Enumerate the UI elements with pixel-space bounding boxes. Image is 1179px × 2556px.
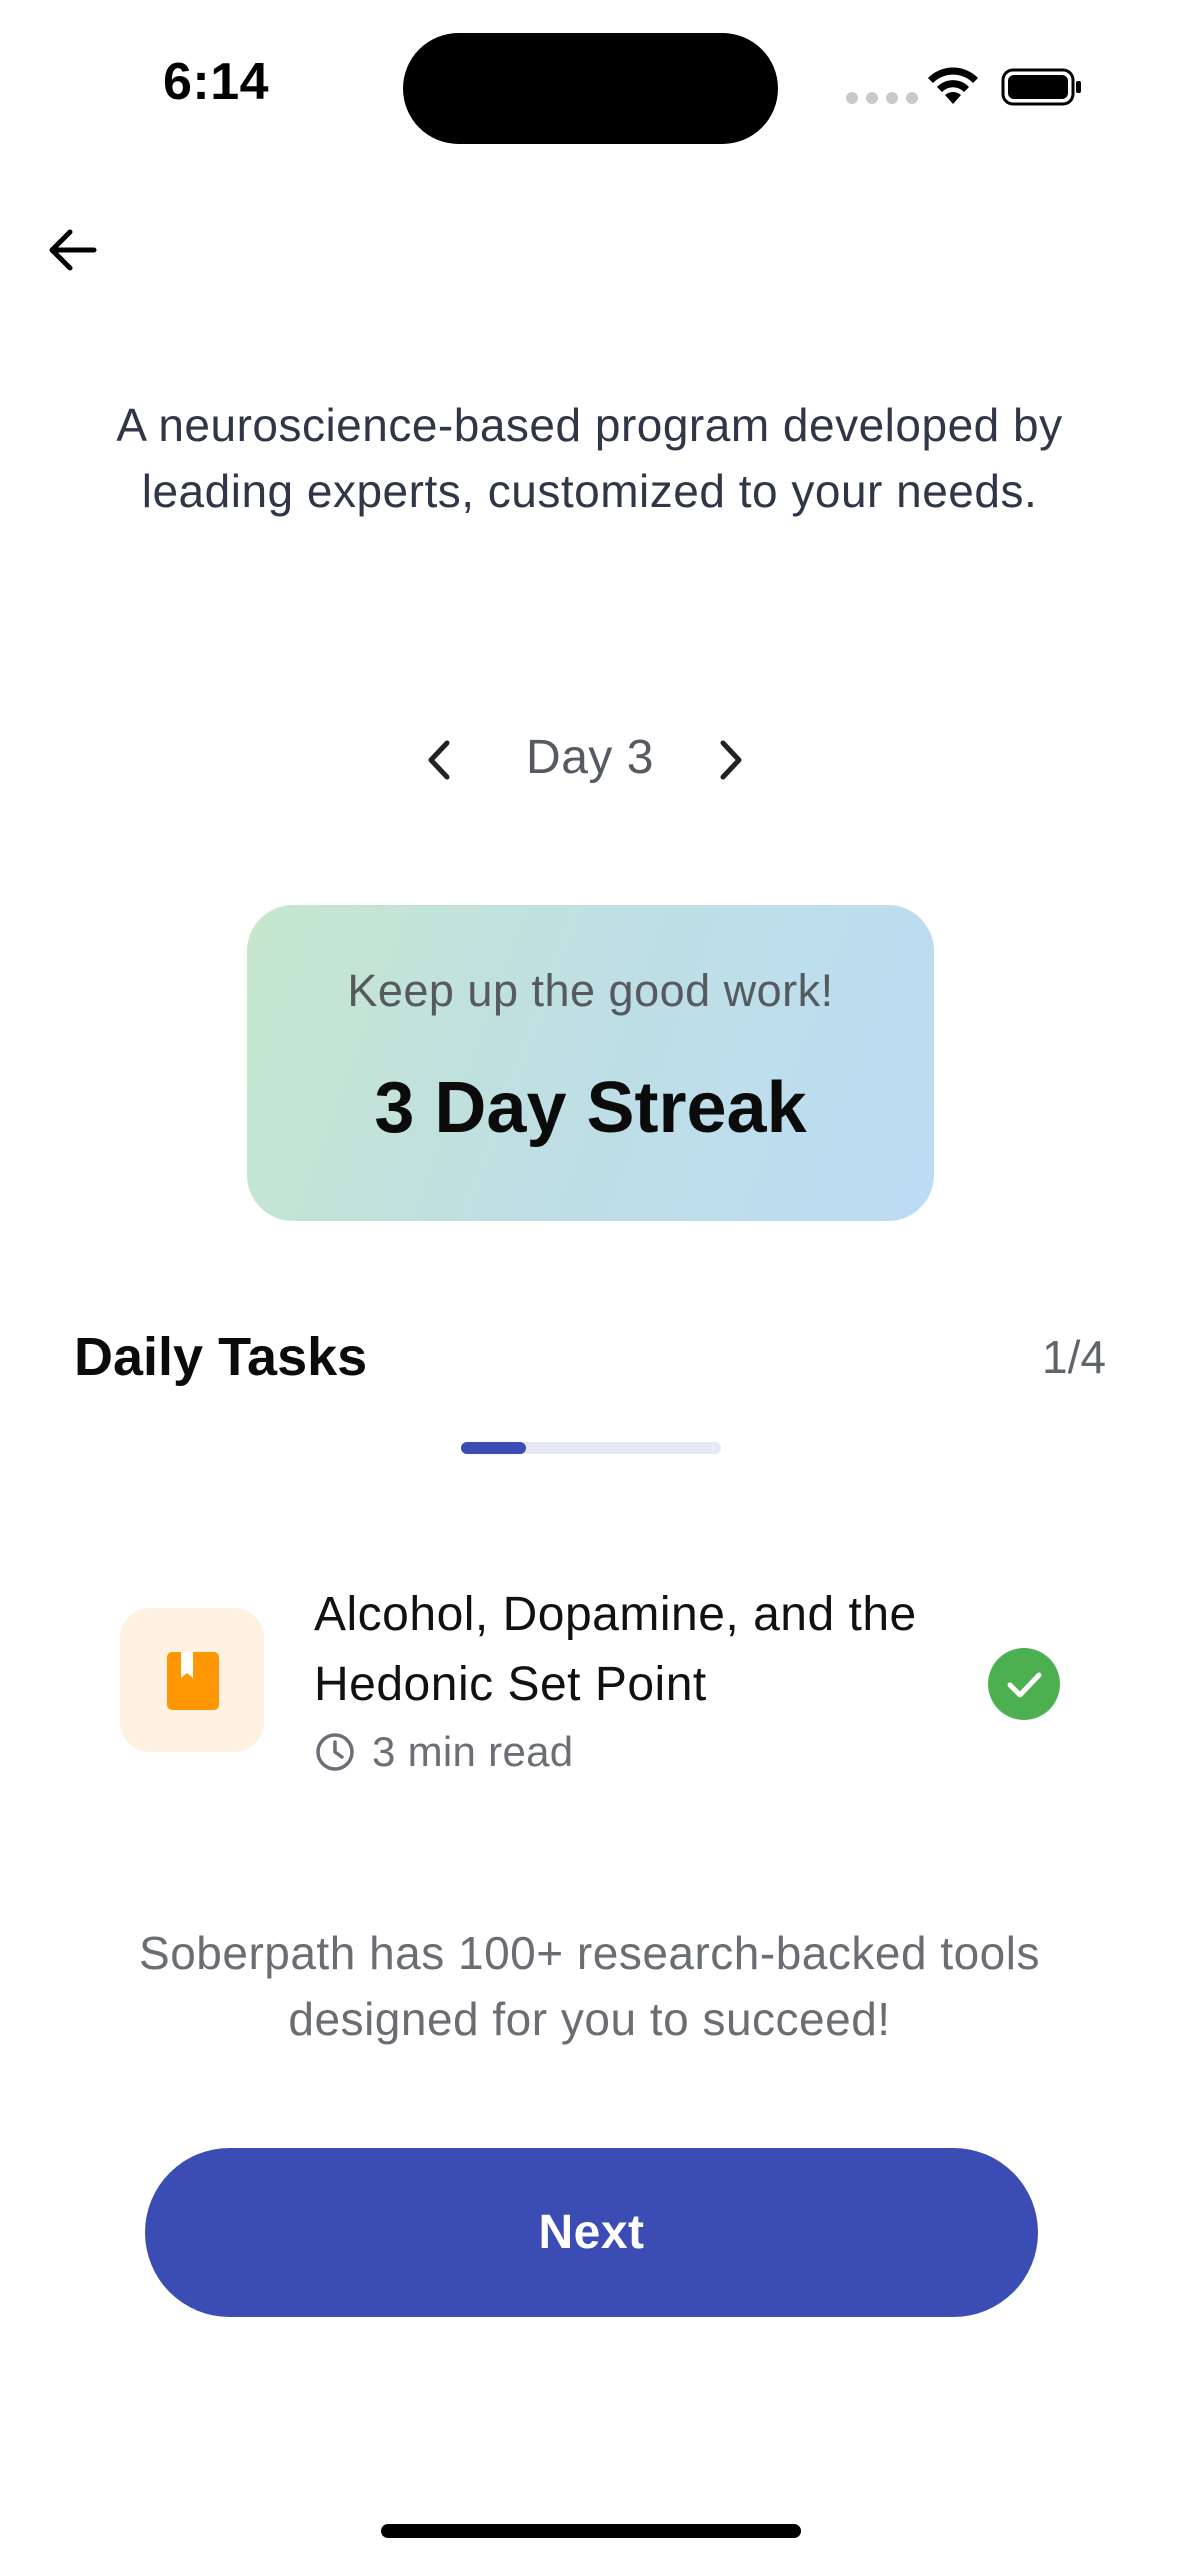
daily-tasks-title: Daily Tasks	[74, 1327, 368, 1387]
tasks-progress-fill	[461, 1442, 526, 1454]
battery-icon	[1001, 68, 1081, 106]
footer-text: Soberpath has 100+ research-backed tools…	[139, 1927, 1040, 2045]
streak-subtitle: Keep up the good work!	[347, 965, 834, 1016]
day-label: Day 3	[526, 731, 654, 784]
streak-card: Keep up the good work! 3 Day Streak	[247, 905, 934, 1221]
task-item[interactable]: Alcohol, Dopamine, and the Hedonic Set P…	[120, 1580, 1065, 1780]
dynamic-island	[403, 33, 778, 144]
task-icon-container	[120, 1608, 264, 1752]
check-circle-icon	[988, 1648, 1060, 1720]
status-time: 6:14	[163, 53, 270, 111]
home-indicator	[381, 2524, 801, 2538]
chevron-right-icon[interactable]	[705, 735, 755, 785]
streak-title: 3 Day Streak	[374, 1068, 807, 1148]
signal-icon	[846, 92, 918, 104]
next-button[interactable]: Next	[145, 2148, 1038, 2317]
task-meta: 3 min read	[314, 1728, 573, 1776]
book-icon	[167, 1652, 219, 1710]
wifi-icon	[928, 67, 978, 104]
back-arrow-icon[interactable]	[42, 220, 102, 280]
intro-text: A neuroscience-based program developed b…	[116, 399, 1063, 517]
clock-icon	[316, 1733, 354, 1771]
screen: 6:14 A neuroscience-based program develo…	[0, 0, 1179, 2556]
task-read-time: 3 min read	[372, 1728, 574, 1775]
tasks-progress-bar	[461, 1442, 721, 1454]
daily-tasks-count: 1/4	[1042, 1331, 1106, 1383]
chevron-left-icon[interactable]	[415, 735, 465, 785]
task-title: Alcohol, Dopamine, and the Hedonic Set P…	[314, 1588, 917, 1711]
